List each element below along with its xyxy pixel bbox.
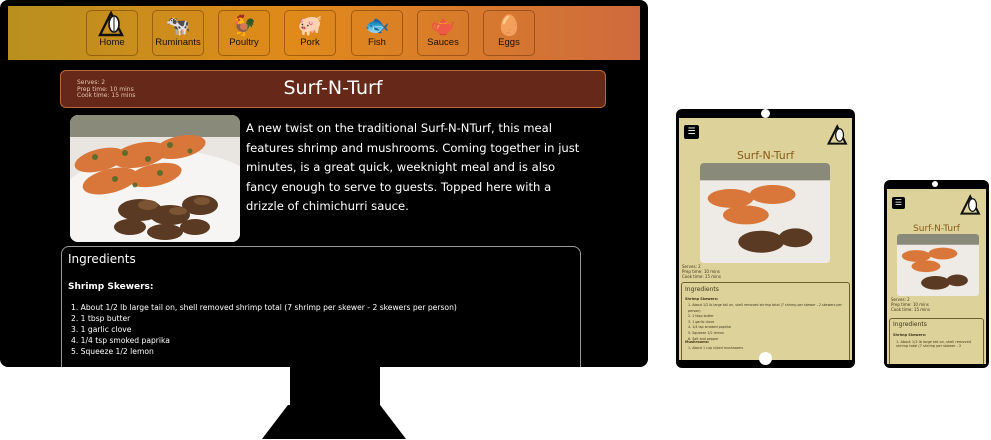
phone-ingredients-heading: Ingredients [893,321,927,328]
nav-sauces[interactable]: 🫖 Sauces [417,10,469,56]
tablet-recipe-photo [700,163,830,263]
recipe-description: A new twist on the traditional Surf-N-NT… [246,121,580,214]
tablet-home-button[interactable] [759,352,772,365]
list-item: 1. About 1 cup sliced mushrooms [688,346,744,350]
pig-icon: 🐖 [297,13,323,37]
nav-home[interactable]: Home [86,10,138,56]
ingredients-section-title: Shrimp Skewers: [68,282,154,292]
page-title: Surf-N-Turf [283,77,383,99]
nav-ruminants-label: Ruminants [155,37,201,48]
gravy-boat-icon: 🫖 [430,13,456,37]
tablet-section-title: Shrimp Skewers: [685,297,719,301]
tablet-screen: ☰ Surf-N-Turf Serves: 2 Prep time: 10 mi… [679,118,852,360]
nav-eggs[interactable]: 🥚 Eggs [483,10,535,56]
recipe-photo [70,115,240,242]
list-item: 2. 1 tbsp butter [71,314,131,324]
tablet-section2-title: Mushrooms: [685,340,710,344]
tablet-ingredients-heading: Ingredients [685,286,719,293]
chicken-icon: 🐓 [231,13,257,37]
monitor-stand-neck [290,367,380,411]
phone-page-title: Surf-N-Turf [913,224,960,234]
list-item: 6. Salt and pepper [688,336,719,341]
phone-section-title: Shrimp Skewers: [893,333,927,337]
tablet-ingredients-panel: Ingredients Shrimp Skewers: 1. About 1/2… [681,282,850,360]
nav-fish[interactable]: 🐟 Fish [351,10,403,56]
phone-screen: ☰ Surf-N-Turf Serves: 2 Prep time: 10 mi… [887,189,986,364]
nav-sauces-label: Sauces [427,37,459,48]
fish-icon: 🐟 [364,13,390,37]
tablet-cook: Cook time: 15 mins [682,273,721,279]
menu-icon[interactable]: ☰ [892,197,905,209]
eggs-icon: 🥚 [496,13,522,37]
phone-ingredients-panel: Ingredients Shrimp Skewers: 1. About 1/2… [889,318,984,364]
tablet-camera [761,109,770,118]
phone-cook: Cook time: 15 mins [891,307,930,313]
nav-fish-label: Fish [368,37,386,48]
phone-meta: Serves: 2 Prep time: 10 mins Cook time: … [891,297,930,313]
menu-icon[interactable]: ☰ [684,125,699,139]
tablet-ingredients-list: 1. About 1/2 lb large tail on, shell rem… [688,303,848,342]
ingredients-panel: Ingredients Shrimp Skewers: 1. About 1/2… [61,246,581,367]
phone-recipe-photo [897,234,979,296]
monitor-stand-base [262,405,406,439]
cow-icon: 🐄 [165,13,191,37]
tablet-page-title: Surf-N-Turf [736,149,795,162]
list-item: 1. About 1/2 lb large tail on, shell rem… [71,303,457,312]
list-item: 1. About 1/2 lb large tail on, shell rem… [896,340,971,349]
desktop-monitor: Home 🐄 Ruminants 🐓 Poultry 🐖 Pork 🐟 Fish… [0,0,648,367]
nav-poultry[interactable]: 🐓 Poultry [218,10,270,56]
list-item: 5. Squeeze 1/2 lemon [71,347,154,357]
top-navbar: Home 🐄 Ruminants 🐓 Poultry 🐖 Pork 🐟 Fish… [8,6,640,60]
logo-icon[interactable] [826,124,849,150]
home-logo-icon [87,10,137,37]
phone-device: ☰ Surf-N-Turf Serves: 2 Prep time: 10 mi… [884,180,989,368]
ingredients-heading: Ingredients [68,252,136,266]
phone-camera [932,181,938,187]
logo-icon[interactable] [959,194,982,220]
tablet-device: ☰ Surf-N-Turf Serves: 2 Prep time: 10 mi… [676,109,855,368]
ingredients-list: 1. About 1/2 lb large tail on, shell rem… [71,302,457,357]
tablet-meta: Serves: 2 Prep time: 10 mins Cook time: … [682,264,721,279]
list-item: 4. 1/4 tsp smoked paprika [71,336,170,346]
nav-home-label: Home [99,37,125,48]
list-item: 1. About 1/2 lb large tail on, shell rem… [688,303,842,313]
nav-poultry-label: Poultry [229,37,259,48]
nav-pork[interactable]: 🐖 Pork [284,10,336,56]
nav-pork-label: Pork [300,37,320,48]
nav-ruminants[interactable]: 🐄 Ruminants [152,10,204,56]
list-item: 3. 1 garlic clove [71,325,132,335]
nav-eggs-label: Eggs [498,37,520,48]
recipe-title-bar: Serves: 2 Prep time: 10 mins Cook time: … [60,70,606,108]
